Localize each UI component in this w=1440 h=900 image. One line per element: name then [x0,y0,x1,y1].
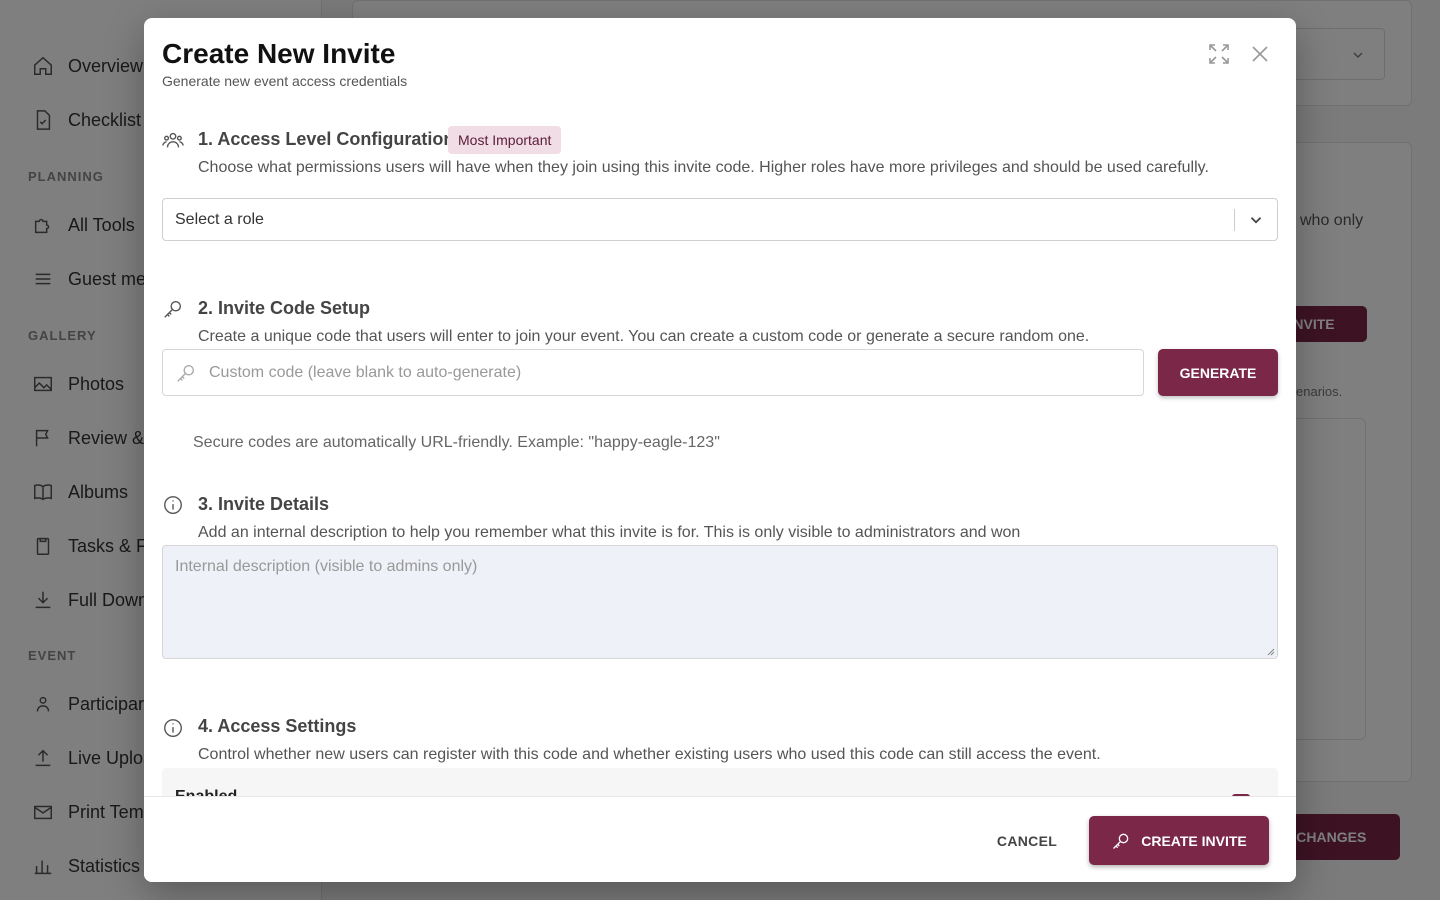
resize-grip-icon[interactable] [1265,646,1275,656]
expand-button[interactable] [1207,42,1231,66]
role-select[interactable]: Select a role [162,198,1278,241]
section-title-invite-details: 3. Invite Details [198,494,330,514]
create-invite-button[interactable]: CREATE INVITE [1089,816,1269,865]
most-important-badge: Most Important [448,126,562,154]
section-title-invite-code: 2. Invite Code Setup [198,298,371,318]
chevron-down-icon[interactable] [1247,211,1265,229]
cancel-button[interactable]: CANCEL [990,823,1064,859]
key-icon [162,298,184,320]
description-placeholder: Internal description (visible to admins … [175,558,478,575]
expand-icon [1209,44,1229,64]
modal-subtitle: Generate new event access credentials [162,73,408,89]
custom-code-input[interactable]: Custom code (leave blank to auto-generat… [162,349,1144,396]
section-description: Choose what permissions users will have … [198,159,1209,176]
custom-code-placeholder: Custom code (leave blank to auto-generat… [209,363,522,381]
section-description: Create a unique code that users will ent… [198,328,1090,345]
generate-button[interactable]: GENERATE [1158,349,1278,396]
section-title-access-level: 1. Access Level Configuration [198,129,455,149]
create-invite-modal: Create New Invite Generate new event acc… [144,18,1296,882]
section-title-access-settings: 4. Access Settings [198,716,357,736]
users-icon [162,129,184,151]
modal-footer: CANCEL CREATE INVITE [144,796,1296,882]
section-description: Add an internal description to help you … [198,524,1021,541]
modal-body: 1. Access Level Configuration Most Impor… [144,118,1296,796]
code-hint: Secure codes are automatically URL-frien… [193,434,720,451]
role-select-value: Select a role [175,210,264,228]
select-divider [1234,209,1235,231]
close-button[interactable] [1248,42,1272,66]
close-icon [1252,46,1268,62]
internal-description-textarea[interactable]: Internal description (visible to admins … [162,545,1278,659]
create-invite-label: CREATE INVITE [1141,832,1247,849]
key-icon [175,362,197,384]
key-icon [1113,833,1129,849]
info-icon [162,717,184,739]
enabled-label: Enabled [175,788,237,796]
modal-title: Create New Invite [162,38,396,69]
info-icon [162,494,184,516]
enabled-setting-row: Enabled [162,768,1278,796]
section-description: Control whether new users can register w… [198,746,1101,763]
